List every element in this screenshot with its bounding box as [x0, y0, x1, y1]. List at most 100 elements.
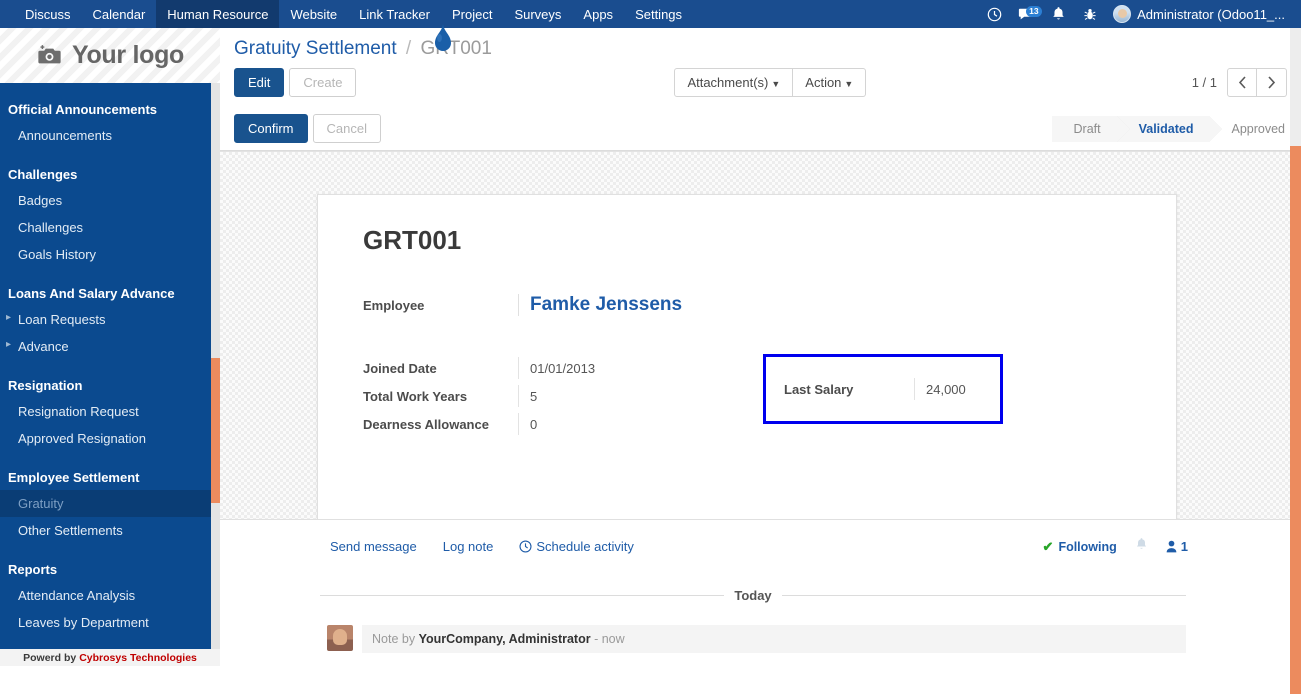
messages-icon[interactable]: 13	[1011, 0, 1041, 28]
field-row: Joined Date01/01/2013	[363, 354, 683, 382]
sidebar-section-loans-and-salary-advance: Loans And Salary Advance	[0, 277, 211, 306]
sidebar-item-gratuity[interactable]: Gratuity	[0, 490, 211, 517]
nav-menu-human-resource[interactable]: Human Resource	[156, 0, 279, 28]
separator-line-left	[320, 595, 724, 596]
breadcrumb-root-link[interactable]: Gratuity Settlement	[234, 38, 397, 59]
confirm-button[interactable]: Confirm	[234, 114, 308, 143]
pager-previous-button[interactable]	[1227, 68, 1257, 97]
sidebar-item-advance[interactable]: Advance	[0, 333, 211, 360]
sidebar-section-reports: Reports	[0, 553, 211, 582]
action-dropdown[interactable]: Action▼	[793, 68, 866, 97]
user-name-label: Administrator (Odoo11_...	[1137, 7, 1285, 22]
main-content: Gratuity Settlement / GRT001 Edit Create…	[220, 28, 1301, 666]
edit-button[interactable]: Edit	[234, 68, 284, 97]
message-count-badge: 13	[1026, 6, 1041, 17]
status-stage-draft[interactable]: Draft	[1052, 116, 1117, 142]
nav-menu-surveys[interactable]: Surveys	[503, 0, 572, 28]
schedule-activity-label: Schedule activity	[536, 539, 634, 554]
page-scrollbar-thumb[interactable]	[1290, 146, 1301, 694]
form-column-right: Last Salary 24,000	[763, 354, 1003, 438]
page-scrollbar[interactable]	[1290, 28, 1301, 666]
top-navbar: DiscussCalendarHuman ResourceWebsiteLink…	[0, 0, 1301, 28]
sidebar-item-loan-requests[interactable]: Loan Requests	[0, 306, 211, 333]
avatar	[327, 625, 353, 651]
nav-menu-apps[interactable]: Apps	[572, 0, 624, 28]
following-label: Following	[1058, 540, 1116, 554]
sidebar-item-goals-history[interactable]: Goals History	[0, 241, 211, 268]
employee-field-label: Employee	[363, 298, 518, 313]
sidebar-item-expense-reports-to-pay[interactable]: Expense Reports To Pay	[0, 83, 211, 84]
field-value-joined-date: 01/01/2013	[518, 357, 648, 379]
send-message-button[interactable]: Send message	[330, 539, 417, 554]
sidebar-section-employee-settlement: Employee Settlement	[0, 461, 211, 490]
sidebar-item-challenges[interactable]: Challenges	[0, 214, 211, 241]
last-salary-label: Last Salary	[784, 382, 914, 397]
sidebar-item-resignation-request[interactable]: Resignation Request	[0, 398, 211, 425]
breadcrumb: Gratuity Settlement / GRT001	[220, 28, 1301, 62]
secondary-action-buttons: Attachment(s)▼ Action▼	[674, 68, 866, 97]
chatter: Send message Log note Schedule activity …	[220, 519, 1301, 653]
form-columns: Joined Date01/01/2013Total Work Years5De…	[363, 354, 1148, 438]
status-stage-validated[interactable]: Validated	[1117, 116, 1210, 142]
breadcrumb-current: GRT001	[420, 38, 491, 59]
sidebar-group-spacer	[0, 544, 211, 553]
schedule-activity-button[interactable]: Schedule activity	[519, 539, 634, 554]
footer-brand: Cybrosys Technologies	[79, 652, 197, 664]
chevron-right-icon	[1267, 76, 1276, 89]
sidebar-item-leaves-by-department[interactable]: Leaves by Department	[0, 609, 211, 636]
user-menu[interactable]: Administrator (Odoo11_...	[1107, 5, 1293, 23]
nav-menu-calendar[interactable]: Calendar	[82, 0, 157, 28]
form-column-left: Joined Date01/01/2013Total Work Years5De…	[363, 354, 683, 438]
following-button[interactable]: ✔ Following	[1043, 539, 1117, 555]
sidebar-item-attendance-analysis[interactable]: Attendance Analysis	[0, 582, 211, 609]
sidebar-item-badges[interactable]: Badges	[0, 187, 211, 214]
sidebar-group-spacer	[0, 452, 211, 461]
attachments-dropdown[interactable]: Attachment(s)▼	[674, 68, 793, 97]
sidebar-menu: Expense Reports To PayOfficial Announcem…	[0, 83, 220, 666]
sidebar-group-spacer	[0, 360, 211, 369]
nav-menu-website[interactable]: Website	[279, 0, 348, 28]
message-body: Note by YourCompany, Administrator - now	[362, 625, 1186, 653]
cancel-button[interactable]: Cancel	[313, 114, 381, 143]
nav-menu-discuss[interactable]: Discuss	[14, 0, 82, 28]
sidebar-item-other-settlements[interactable]: Other Settlements	[0, 517, 211, 544]
chevron-left-icon	[1238, 76, 1247, 89]
camera-icon	[36, 44, 63, 68]
last-salary-highlight-box: Last Salary 24,000	[763, 354, 1003, 424]
followers-count-button[interactable]: 1	[1166, 539, 1188, 554]
bell-icon[interactable]	[1043, 0, 1073, 28]
logo-text: Your logo	[72, 41, 184, 70]
log-note-button[interactable]: Log note	[443, 539, 494, 554]
chatter-toolbar: Send message Log note Schedule activity …	[220, 520, 1301, 556]
last-salary-value: 24,000	[914, 378, 1044, 400]
workflow-buttons: Confirm Cancel	[234, 114, 381, 143]
avatar	[1113, 5, 1131, 23]
sidebar-section-resignation: Resignation	[0, 369, 211, 398]
check-icon: ✔	[1043, 539, 1054, 555]
day-separator: Today	[320, 588, 1186, 603]
sidebar-item-approved-resignation[interactable]: Approved Resignation	[0, 425, 211, 452]
navbar-system-tray: 13 Administrator (Odoo11_...	[979, 0, 1301, 28]
message-author: YourCompany, Administrator	[419, 632, 591, 646]
sidebar-footer: Powerd by Cybrosys Technologies	[0, 649, 220, 666]
field-label-dearness-allowance: Dearness Allowance	[363, 417, 518, 432]
nav-menu-link-tracker[interactable]: Link Tracker	[348, 0, 441, 28]
control-panel-buttons: Edit Create Attachment(s)▼ Action▼ 1 / 1	[220, 62, 1301, 107]
bell-icon[interactable]	[1135, 537, 1148, 556]
sidebar-scrollbar-thumb[interactable]	[211, 358, 220, 503]
nav-menu-project[interactable]: Project	[441, 0, 503, 28]
field-row: Total Work Years5	[363, 382, 683, 410]
sidebar-scrollbar[interactable]	[211, 83, 220, 666]
sidebar-section-challenges: Challenges	[0, 158, 211, 187]
company-logo[interactable]: Your logo	[0, 28, 220, 83]
employee-field-value[interactable]: Famke Jenssens	[518, 294, 682, 316]
pager-next-button[interactable]	[1257, 68, 1287, 97]
create-button[interactable]: Create	[289, 68, 356, 97]
sidebar-item-announcements[interactable]: Announcements	[0, 122, 211, 149]
pager-count: 1 / 1	[1192, 75, 1217, 90]
clock-icon[interactable]	[979, 0, 1009, 28]
field-row: Dearness Allowance0	[363, 410, 683, 438]
nav-menu-settings[interactable]: Settings	[624, 0, 693, 28]
status-stage-approved[interactable]: Approved	[1209, 116, 1301, 142]
debug-bug-icon[interactable]	[1075, 0, 1105, 28]
